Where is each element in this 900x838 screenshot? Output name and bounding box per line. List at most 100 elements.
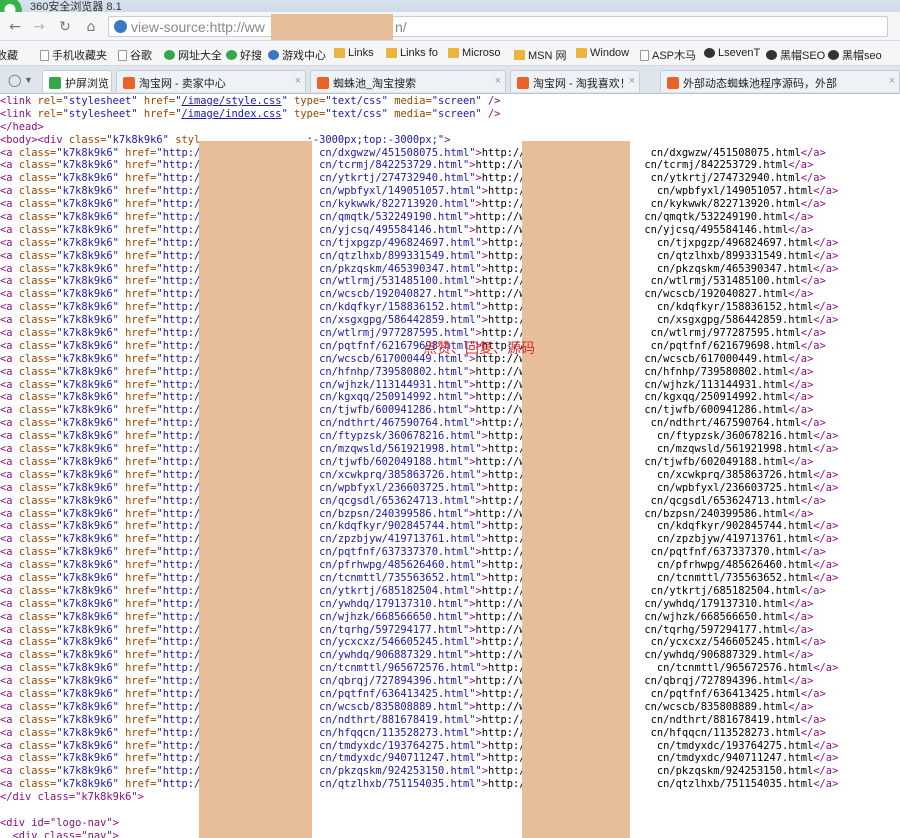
bookmark-label: 手机收藏夹 <box>52 50 107 62</box>
site-icon <box>268 50 279 60</box>
tab-label: 蜘蛛池_淘宝搜索 <box>333 78 417 90</box>
tab-bar: ◯ ▼ 护屏浏览 淘宝网 - 卖家中心 × 蜘蛛池_淘宝搜索 × 淘宝网 - 淘我喜欢！ ×… <box>0 66 900 94</box>
source-anchor-line: <a class="k7k8k9k6" href="http:// cn/ndt… <box>0 417 826 430</box>
back-icon[interactable]: ← <box>6 18 24 36</box>
bookmark-label: Window <box>590 47 630 59</box>
folder-icon <box>334 48 345 58</box>
bookmark-item[interactable]: 网址大全 <box>164 47 222 63</box>
source-anchor-line: <a class="k7k8k9k6" href="http:// cn/wpb… <box>0 481 839 494</box>
forward-icon[interactable]: → <box>30 18 48 36</box>
source-anchor-line: <a class="k7k8k9k6" href="http:// cn/pkz… <box>0 765 839 778</box>
source-anchor-line: <a class="k7k8k9k6" href="http:// cn/tcr… <box>0 159 814 172</box>
site-icon <box>704 48 715 58</box>
site-icon <box>164 50 175 60</box>
source-anchor-line: <a class="k7k8k9k6" href="http:// cn/ycx… <box>0 636 826 649</box>
tab[interactable]: 护屏浏览 <box>42 70 112 92</box>
redacted-block <box>271 14 393 40</box>
bookmark-label: Microso <box>462 47 501 59</box>
source-anchor-line: <a class="k7k8k9k6" href="http:// cn/wjh… <box>0 378 814 391</box>
tab-label: 护屏浏览 <box>65 78 109 90</box>
bookmark-label: LsevenT <box>718 47 761 59</box>
source-anchor-line: <a class="k7k8k9k6" href="http:// cn/qtz… <box>0 778 839 791</box>
bookmark-item[interactable]: ASP木马 <box>640 47 696 63</box>
source-anchor-line: <a class="k7k8k9k6" href="http:// cn/xcw… <box>0 468 839 481</box>
source-anchor-line: <a class="k7k8k9k6" href="http:// cn/ywh… <box>0 649 814 662</box>
bookmark-label: 黑帽SEO <box>780 50 826 62</box>
bookmark-item[interactable]: 好搜 <box>226 47 262 63</box>
source-line: <link rel="stylesheet" href="/image/styl… <box>0 95 501 107</box>
source-line: <div id="logo-nav"> <box>0 816 119 829</box>
source-anchor-line: <a class="k7k8k9k6" href="http:// cn/tcn… <box>0 571 839 584</box>
source-anchor-line: <a class="k7k8k9k6" href="http:// cn/pfr… <box>0 559 839 572</box>
close-icon[interactable]: × <box>295 75 301 87</box>
page-icon <box>118 49 127 61</box>
source-anchor-line: <a class="k7k8k9k6" href="http:// cn/wcs… <box>0 700 814 713</box>
bookmark-item[interactable]: MSN 网 <box>514 47 567 63</box>
bookmark-item[interactable]: Links fo <box>386 47 438 59</box>
tab[interactable]: 淘宝网 - 卖家中心 × <box>116 70 306 92</box>
close-icon[interactable]: × <box>889 75 895 87</box>
bookmark-label: MSN 网 <box>528 50 567 62</box>
source-anchor-line: <a class="k7k8k9k6" href="http:// cn/wjh… <box>0 610 814 623</box>
source-anchor-line: <a class="k7k8k9k6" href="http:// cn/ytk… <box>0 172 826 185</box>
source-anchor-line: <a class="k7k8k9k6" href="http:// cn/bzp… <box>0 507 814 520</box>
bookmark-item[interactable]: 谷歌 <box>118 47 152 63</box>
source-anchor-line: <a class="k7k8k9k6" href="http:// cn/fty… <box>0 430 839 443</box>
source-anchor-line: <a class="k7k8k9k6" href="http:// cn/pqt… <box>0 546 826 559</box>
title-bar: 360安全浏览器 8.1 <box>0 0 900 26</box>
tab[interactable]: 蜘蛛池_淘宝搜索 × <box>310 70 506 92</box>
bookmark-label: 收藏 <box>0 50 18 62</box>
bookmark-item[interactable]: Window <box>576 47 629 59</box>
address-bar[interactable]: view-source:http://ww n/ <box>108 14 888 40</box>
bookmarks-bar: 收藏 手机收藏夹 谷歌 网址大全 好搜 游戏中心 Links Links fo Microso M… <box>0 41 900 66</box>
source-anchor-line: <a class="k7k8k9k6" href="http:// cn/qmq… <box>0 211 814 224</box>
source-anchor-line: <a class="k7k8k9k6" href="http:// cn/hfq… <box>0 726 826 739</box>
bookmark-item[interactable]: 收藏 <box>0 47 18 63</box>
site-icon <box>828 50 839 60</box>
source-anchor-line: <a class="k7k8k9k6" href="http:// cn/xsg… <box>0 314 839 327</box>
source-anchor-line: <a class="k7k8k9k6" href="http:// cn/wcs… <box>0 288 814 301</box>
page-source-view: <link rel="stylesheet" href="/image/styl… <box>0 95 900 838</box>
watermark-text: 点赞、回复、源码 <box>423 341 535 357</box>
bookmark-label: ASP木马 <box>652 50 697 62</box>
source-anchor-line: <a class="k7k8k9k6" href="http:// cn/kyk… <box>0 198 826 211</box>
refresh-icon[interactable]: ↻ <box>56 18 74 36</box>
source-anchor-line: <a class="k7k8k9k6" href="http:// cn/ytk… <box>0 584 826 597</box>
tab[interactable]: 外部动态蜘蛛池程序源码，外部 × <box>660 70 900 92</box>
home-icon[interactable]: ⌂ <box>82 18 100 36</box>
source-anchor-line: <a class="k7k8k9k6" href="http:// cn/tqr… <box>0 623 814 636</box>
source-line: <link rel="stylesheet" href="/image/inde… <box>0 107 501 120</box>
close-icon[interactable]: × <box>629 75 635 87</box>
folder-icon <box>448 48 459 58</box>
address-tail[interactable]: n/ <box>395 19 407 35</box>
bookmark-item[interactable]: 手机收藏夹 <box>40 47 107 63</box>
bookmark-item[interactable]: Microso <box>448 47 501 59</box>
folder-icon <box>576 48 587 58</box>
bookmark-item[interactable]: LsevenT <box>704 47 760 59</box>
bookmark-item[interactable]: 黑帽SEO <box>766 47 825 63</box>
source-anchor-line: <a class="k7k8k9k6" href="http:// cn/kgx… <box>0 391 814 404</box>
bookmark-label: 黑帽seo <box>842 50 882 62</box>
bookmark-item[interactable]: Links <box>334 47 374 59</box>
tab-favicon-icon <box>317 77 329 89</box>
source-anchor-line: <a class="k7k8k9k6" href="http:// cn/tjw… <box>0 455 814 468</box>
bookmark-item[interactable]: 游戏中心 <box>268 47 326 63</box>
bookmark-label: Links fo <box>400 47 438 59</box>
source-anchor-line: <a class="k7k8k9k6" href="http:// cn/ndt… <box>0 713 826 726</box>
bookmark-label: 网址大全 <box>178 50 222 62</box>
redacted-block <box>522 141 630 838</box>
bookmark-item[interactable]: 黑帽seo <box>828 47 882 63</box>
source-anchor-line: <a class="k7k8k9k6" href="http:// cn/qbr… <box>0 675 814 688</box>
source-anchor-line: <a class="k7k8k9k6" href="http:// cn/kdq… <box>0 520 839 533</box>
tab-favicon-icon <box>517 77 529 89</box>
tab-label: 淘宝网 - 卖家中心 <box>139 78 226 90</box>
source-anchor-line: <a class="k7k8k9k6" href="http:// cn/yjc… <box>0 223 814 236</box>
tab[interactable]: 淘宝网 - 淘我喜欢！ × <box>510 70 640 92</box>
tab-label: 淘宝网 - 淘我喜欢！ <box>533 78 631 90</box>
restore-icon[interactable]: ◯ <box>8 73 22 87</box>
chevron-down-icon[interactable]: ▼ <box>24 75 38 89</box>
source-anchor-line: <a class="k7k8k9k6" href="http:// cn/tmd… <box>0 752 839 765</box>
address-text[interactable]: view-source:http://ww <box>131 19 265 35</box>
close-icon[interactable]: × <box>495 75 501 87</box>
source-anchor-line: <a class="k7k8k9k6" href="http:// cn/pkz… <box>0 262 839 275</box>
